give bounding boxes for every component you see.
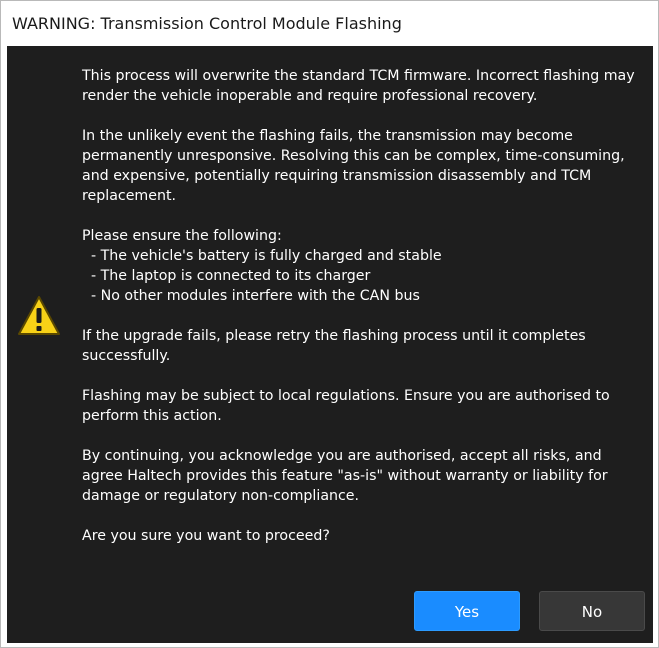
- checklist: Please ensure the following: - The vehic…: [82, 226, 642, 306]
- message-paragraph-regulations: Flashing may be subject to local regulat…: [82, 388, 610, 424]
- warning-message: This process will overwrite the standard…: [82, 66, 642, 566]
- no-button[interactable]: No: [539, 591, 645, 631]
- checklist-item: - No other modules interfere with the CA…: [91, 288, 420, 304]
- yes-button[interactable]: Yes: [414, 591, 520, 631]
- checklist-item: - The laptop is connected to its charger: [91, 268, 371, 284]
- dialog-content: This process will overwrite the standard…: [7, 46, 653, 643]
- confirmation-question: Are you sure you want to proceed?: [82, 528, 330, 544]
- title-bar[interactable]: WARNING: Transmission Control Module Fla…: [1, 1, 658, 46]
- message-paragraph-retry: If the upgrade fails, please retry the f…: [82, 328, 586, 364]
- dialog-window: WARNING: Transmission Control Module Fla…: [0, 0, 659, 648]
- message-paragraph-overwrite: This process will overwrite the standard…: [82, 68, 635, 104]
- message-paragraph-failure: In the unlikely event the flashing fails…: [82, 128, 625, 204]
- checklist-item: - The vehicle's battery is fully charged…: [91, 248, 442, 264]
- warning-triangle-icon: [18, 296, 60, 335]
- window-title: WARNING: Transmission Control Module Fla…: [12, 14, 402, 33]
- message-paragraph-acknowledgement: By continuing, you acknowledge you are a…: [82, 448, 608, 504]
- checklist-intro: Please ensure the following:: [82, 228, 282, 244]
